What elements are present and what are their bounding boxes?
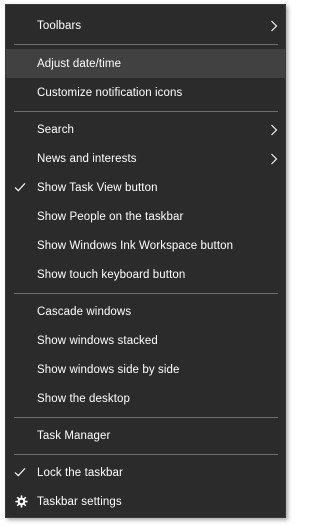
chevron-right-icon xyxy=(271,124,278,136)
menu-item-label: News and interests xyxy=(37,152,137,165)
menu-item-show-windows-stacked[interactable]: Show windows stacked xyxy=(6,326,285,355)
menu-item-show-the-desktop[interactable]: Show the desktop xyxy=(6,384,285,413)
menu-separator xyxy=(14,111,278,112)
menu-item-label: Taskbar settings xyxy=(37,495,122,508)
menu-item-label: Show Windows Ink Workspace button xyxy=(37,239,234,252)
menu-item-lock-the-taskbar[interactable]: Lock the taskbar xyxy=(6,458,285,487)
menu-item-label: Toolbars xyxy=(37,19,82,32)
menu-item-label: Show windows side by side xyxy=(37,363,180,376)
menu-item-show-windows-ink-workspace-button[interactable]: Show Windows Ink Workspace button xyxy=(6,231,285,260)
menu-item-label: Show windows stacked xyxy=(37,334,158,347)
menu-item-search[interactable]: Search xyxy=(6,115,285,144)
menu-item-taskbar-settings[interactable]: Taskbar settings xyxy=(6,487,285,516)
menu-item-label: Show People on the taskbar xyxy=(37,210,184,223)
menu-item-customize-notification-icons[interactable]: Customize notification icons xyxy=(6,78,285,107)
menu-separator xyxy=(14,44,278,45)
menu-item-show-people-on-taskbar[interactable]: Show People on the taskbar xyxy=(6,202,285,231)
menu-item-cascade-windows[interactable]: Cascade windows xyxy=(6,297,285,326)
menu-item-label: Cascade windows xyxy=(37,305,132,318)
chevron-right-icon xyxy=(271,153,278,165)
menu-item-label: Show Task View button xyxy=(37,181,158,194)
menu-item-task-manager[interactable]: Task Manager xyxy=(6,421,285,450)
gear-icon xyxy=(15,495,28,508)
menu-item-news-and-interests[interactable]: News and interests xyxy=(6,144,285,173)
chevron-right-icon xyxy=(271,20,278,32)
menu-item-label: Customize notification icons xyxy=(37,86,183,99)
menu-item-label: Task Manager xyxy=(37,429,111,442)
menu-item-show-task-view-button[interactable]: Show Task View button xyxy=(6,173,285,202)
menu-item-toolbars[interactable]: Toolbars xyxy=(6,11,285,40)
menu-item-show-windows-side-by-side[interactable]: Show windows side by side xyxy=(6,355,285,384)
menu-item-label: Lock the taskbar xyxy=(37,466,123,479)
menu-item-label: Search xyxy=(37,123,75,136)
menu-item-show-touch-keyboard-button[interactable]: Show touch keyboard button xyxy=(6,260,285,289)
checkmark-icon xyxy=(14,182,26,192)
menu-item-adjust-date-time[interactable]: Adjust date/time xyxy=(6,49,285,78)
menu-separator xyxy=(14,454,278,455)
menu-item-label: Adjust date/time xyxy=(37,57,122,70)
menu-item-label: Show the desktop xyxy=(37,392,131,405)
checkmark-icon xyxy=(14,467,26,477)
menu-separator xyxy=(14,293,278,294)
taskbar-context-menu: Toolbars Adjust date/time Customize noti… xyxy=(5,4,286,518)
menu-separator xyxy=(14,417,278,418)
menu-item-label: Show touch keyboard button xyxy=(37,268,186,281)
